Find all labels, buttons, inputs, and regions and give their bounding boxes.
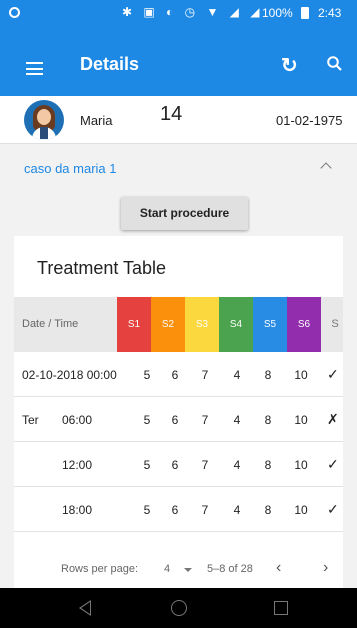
row-value-s6: 10 <box>294 503 308 517</box>
row-value-s6: 10 <box>294 368 308 382</box>
row-value-s2: 6 <box>171 458 179 472</box>
table-row[interactable]: 12:00 5 6 7 4 8 10 ✓ <box>14 443 343 487</box>
rows-per-page-select[interactable]: 4 <box>164 563 170 575</box>
row-value-s4: 4 <box>233 368 241 382</box>
table-row[interactable]: 18:00 5 6 7 4 8 10 ✓ <box>14 488 343 532</box>
notification-ring-icon <box>9 7 20 18</box>
status-bar: ✱ ▣ ◐ ◷ ▼ ◢ ◢ 100% 2:43 <box>0 0 357 26</box>
row-value-s5: 8 <box>264 503 272 517</box>
row-day: Ter <box>22 413 39 427</box>
case-title[interactable]: caso da maria 1 <box>24 161 117 176</box>
rows-per-page-label: Rows per page: <box>61 563 139 575</box>
row-value-s1: 5 <box>143 368 151 382</box>
page-title: Details <box>80 54 140 74</box>
home-icon[interactable] <box>171 600 187 616</box>
row-value-s2: 6 <box>171 413 179 427</box>
avatar <box>24 100 64 140</box>
row-value-s5: 8 <box>264 413 272 427</box>
chevron-right-icon[interactable]: › <box>323 559 328 577</box>
row-value-s5: 8 <box>264 368 272 382</box>
chevron-left-icon[interactable]: ‹ <box>276 559 281 577</box>
table-pagination: Rows per page: 4 5–8 of 28 ‹ › <box>14 546 343 592</box>
row-value-s1: 5 <box>143 413 151 427</box>
clock: 2:43 <box>318 6 342 20</box>
treatment-table-card: Treatment Table Date / Time S1 S2 S3 S4 … <box>14 236 343 592</box>
table-title: Treatment Table <box>37 258 167 278</box>
column-header-s4: S4 <box>219 297 253 352</box>
column-header-s1: S1 <box>117 297 151 352</box>
patient-header: Maria 14 01-02-1975 <box>0 96 357 144</box>
column-header-s6: S6 <box>287 297 321 352</box>
cross-icon: ✗ <box>327 411 339 427</box>
table-header: Date / Time S1 S2 S3 S4 S5 S6 S <box>14 297 343 352</box>
page-range: 5–8 of 28 <box>207 563 253 575</box>
row-value-s3: 7 <box>201 413 209 427</box>
status-icons: ✱ ▣ ◐ ◷ ▼ ◢ ◢ <box>122 5 264 19</box>
row-value-s4: 4 <box>233 413 241 427</box>
check-icon: ✓ <box>327 366 339 382</box>
back-icon[interactable] <box>79 600 91 616</box>
system-nav-bar <box>0 588 357 628</box>
row-time: 18:00 <box>62 503 93 517</box>
start-procedure-button[interactable]: Start procedure <box>121 197 248 230</box>
row-time: 12:00 <box>62 458 93 472</box>
row-value-s3: 7 <box>201 368 209 382</box>
table-row[interactable]: Ter 06:00 5 6 7 4 8 10 ✗ <box>14 398 343 442</box>
app-bar: Details ↻ <box>0 26 357 96</box>
row-value-s5: 8 <box>264 458 272 472</box>
row-value-s1: 5 <box>143 458 151 472</box>
menu-icon[interactable] <box>26 62 43 75</box>
search-icon[interactable] <box>327 56 342 71</box>
column-header-s3: S3 <box>185 297 219 352</box>
column-header-s5: S5 <box>253 297 287 352</box>
battery-icon <box>301 7 309 19</box>
patient-name: Maria <box>80 113 113 128</box>
row-value-s6: 10 <box>294 413 308 427</box>
row-value-s3: 7 <box>201 503 209 517</box>
column-header-status: S <box>331 318 339 330</box>
row-time: 06:00 <box>62 413 93 427</box>
patient-number: 14 <box>160 103 183 125</box>
check-icon: ✓ <box>327 501 339 517</box>
column-header-s2: S2 <box>151 297 185 352</box>
row-value-s2: 6 <box>171 368 179 382</box>
chevron-up-icon[interactable] <box>320 162 332 174</box>
battery-percent: 100% <box>262 6 293 20</box>
row-datetime: 02-10-2018 00:00 <box>22 368 117 382</box>
patient-birthdate: 01-02-1975 <box>276 113 343 128</box>
table-row[interactable]: 02-10-2018 00:00 5 6 7 4 8 10 ✓ <box>14 353 343 397</box>
recent-apps-icon[interactable] <box>274 601 288 615</box>
column-header-date: Date / Time <box>22 318 79 330</box>
row-value-s4: 4 <box>233 503 241 517</box>
row-value-s6: 10 <box>294 458 308 472</box>
row-value-s1: 5 <box>143 503 151 517</box>
row-value-s3: 7 <box>201 458 209 472</box>
row-value-s2: 6 <box>171 503 179 517</box>
check-icon: ✓ <box>327 456 339 472</box>
dropdown-caret-icon[interactable] <box>184 568 192 572</box>
row-value-s4: 4 <box>233 458 241 472</box>
refresh-icon[interactable]: ↻ <box>281 53 298 78</box>
